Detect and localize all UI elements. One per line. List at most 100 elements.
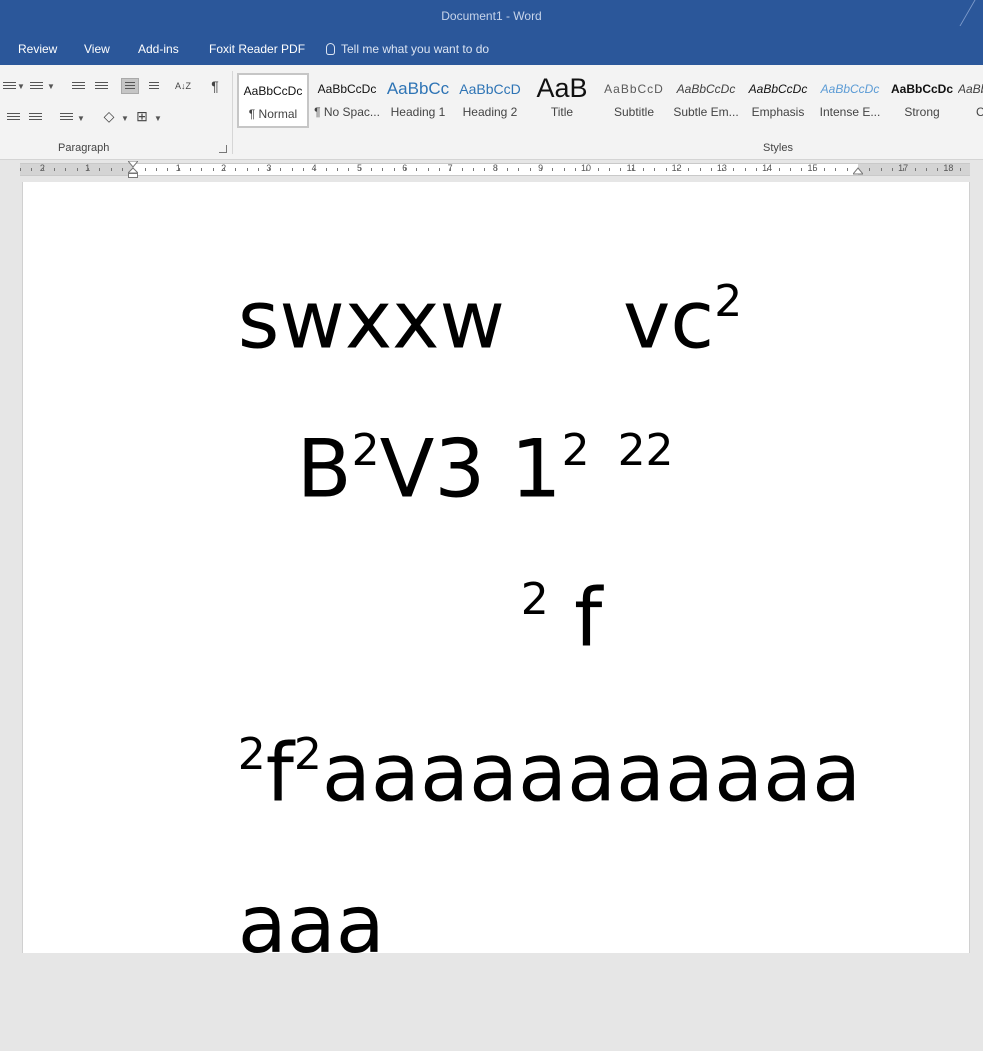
ruler-tick [744,168,746,171]
superscript: 2 [293,729,322,780]
style-name: Subtle Em... [673,105,739,119]
text-run: aaa [237,878,385,971]
right-indent-icon[interactable] [853,167,863,176]
ruler-tick [269,168,271,171]
ruler-tick [291,168,293,171]
horizontal-ruler[interactable]: 211234567891011121314151718 [20,163,970,176]
style-emphasis[interactable]: AaBbCcDc Emphasis [742,73,814,128]
ruler-tick [42,168,44,171]
style-subtle-emphasis[interactable]: AaBbCcDc Subtle Em... [670,73,742,128]
tab-view[interactable]: View [84,34,110,65]
style-preview: AaBbCcDc [748,82,808,96]
ruler-tick [801,168,803,171]
ruler-tick [439,168,441,171]
ruler-tick [76,168,78,171]
window-corner-icon [959,0,983,26]
ruler-tick [733,168,735,171]
ruler-tick [303,168,305,171]
ruler-tick [427,168,429,171]
style-name: Subtitle [613,105,655,119]
line-spacing-dropdown-icon[interactable]: ▼ [77,114,85,123]
document-page[interactable]: swxxw vc2 B2V3 12 22 2 f 2f2aaaaaaaaaaa aa… [22,182,970,965]
style-heading-1[interactable]: AaBbCc Heading 1 [382,73,454,128]
increase-indent-icon[interactable] [92,78,110,94]
right-to-left-icon[interactable] [145,78,163,94]
ruler-tick [144,168,146,171]
style-title[interactable]: AaB Title [526,73,598,128]
multilevel-list-icon[interactable] [27,78,45,94]
ruler-tick [20,168,21,171]
superscript: 2 [351,425,380,476]
bullets-dropdown-icon[interactable]: ▼ [17,82,25,91]
shading-icon[interactable]: ◇ [100,108,118,124]
tab-foxit-reader-pdf[interactable]: Foxit Reader PDF [209,34,305,65]
style-preview: AaBb [958,82,983,96]
lightbulb-icon [326,43,335,55]
borders-dropdown-icon[interactable]: ▼ [154,114,162,123]
superscript: 2 [520,574,549,625]
ruler-tick [495,168,497,171]
shading-dropdown-icon[interactable]: ▼ [121,114,129,123]
sort-icon[interactable]: A↓Z [174,78,192,94]
text-run: f [548,571,603,665]
style-preview: AaBbCcD [459,81,521,97]
document-line-5: aaa [136,805,385,1045]
style-strong[interactable]: AaBbCcDc Strong [886,73,958,128]
ruler-tick [937,168,939,171]
style-no-spacing[interactable]: AaBbCcDc ¶ No Spac... [311,73,383,128]
styles-gallery: AaBbCcDc ¶ Normal AaBbCcDc ¶ No Spac... … [235,70,983,130]
text-run: B [296,422,352,516]
styles-group-label: Styles [763,142,793,154]
ruler-tick [654,168,656,171]
ruler-tick [778,168,780,171]
tab-review[interactable]: Review [18,34,57,65]
ruler-tick [722,168,724,171]
ruler-tick [212,168,214,171]
group-divider [232,71,233,154]
borders-icon[interactable]: ⊞ [133,108,151,124]
decrease-indent-icon[interactable] [69,78,87,94]
style-intense-emphasis[interactable]: AaBbCcDc Intense E... [814,73,886,128]
style-normal[interactable]: AaBbCcDc ¶ Normal [237,73,309,128]
ruler-tick [53,168,55,171]
ruler-tick [155,168,157,171]
multilevel-dropdown-icon[interactable]: ▼ [47,82,55,91]
left-to-right-icon[interactable] [121,78,139,94]
justify-icon[interactable] [26,109,44,125]
ruler-tick [892,168,894,171]
style-preview: AaBbCcDc [243,84,303,98]
ruler-tick [518,168,520,171]
style-subtitle[interactable]: AaBbCcD Subtitle [598,73,670,128]
ruler-tick [484,168,486,171]
ruler-tick [676,168,678,171]
first-line-indent-icon[interactable] [128,161,138,178]
ruler-tick [121,168,123,171]
style-name: Emphasis [751,105,805,119]
ruler-tick [540,168,542,171]
tell-me-text: Tell me what you want to do [341,42,490,56]
ribbon: ▼ ▼ A↓Z ¶ ▼ ◇ ▼ ⊞ ▼ Paragraph AaBbCcDc ¶… [0,65,983,160]
ruler-tick [382,168,384,171]
ruler-tick [201,168,203,171]
show-formatting-icon[interactable]: ¶ [206,78,224,94]
ruler-tick [529,168,531,171]
style-heading-2[interactable]: AaBbCcD Heading 2 [454,73,526,128]
bullets-icon[interactable] [0,78,18,94]
style-preview: AaBbCcD [604,82,664,96]
ruler-tick [880,168,882,171]
ruler-tick [223,168,225,171]
ruler-tick [767,168,769,171]
ruler-tick [337,168,339,171]
ruler-tick [506,168,508,171]
style-name: Strong [904,105,940,119]
ruler-tick [790,168,792,171]
line-spacing-icon[interactable] [57,109,75,125]
ruler-tick [597,168,599,171]
paragraph-launcher-icon[interactable] [219,145,227,153]
ruler-tick [257,168,259,171]
align-right-icon[interactable] [4,109,22,125]
style-quote[interactable]: AaBb C [958,73,983,128]
tab-add-ins[interactable]: Add-ins [138,34,179,65]
tell-me-search[interactable]: Tell me what you want to do [326,34,489,65]
ruler-tick [235,168,237,171]
